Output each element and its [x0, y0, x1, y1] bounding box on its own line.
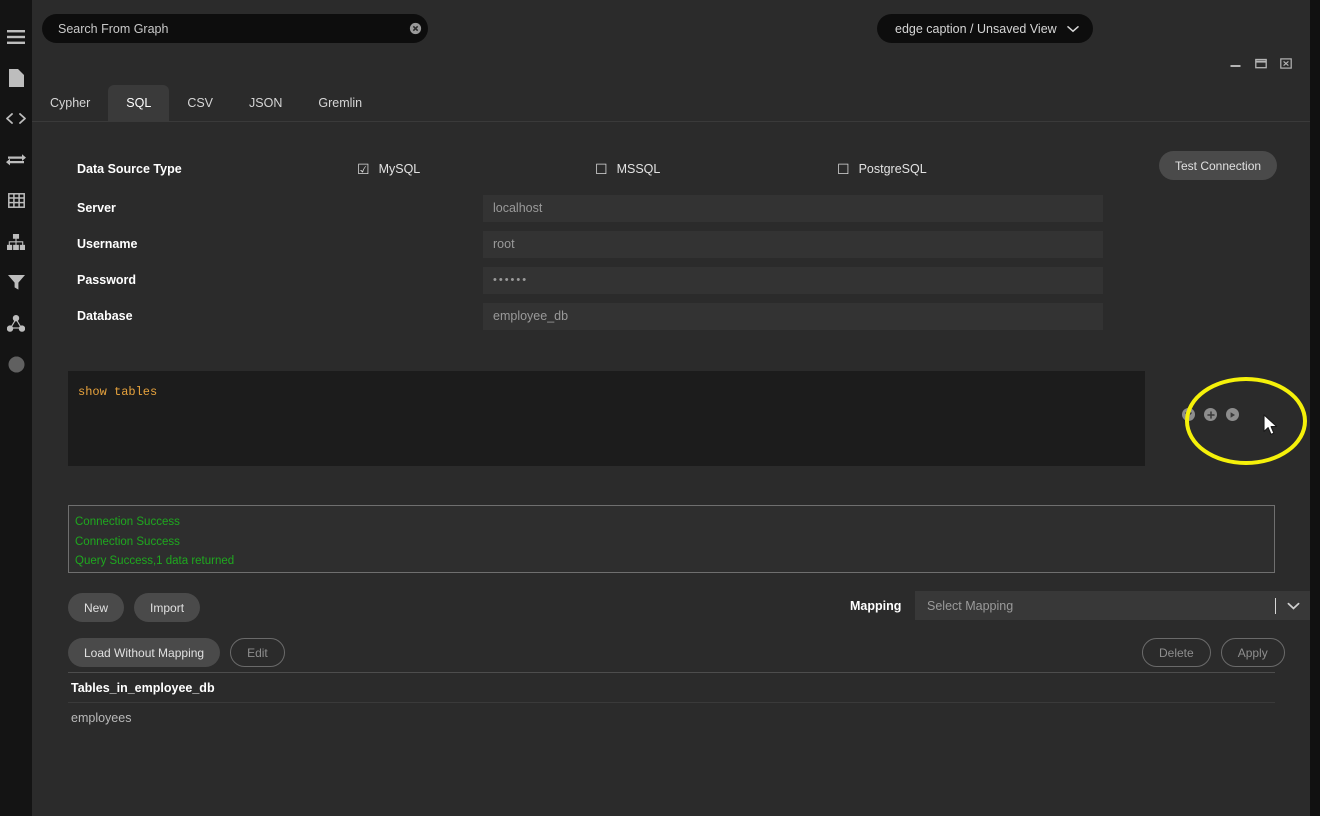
- tab-gremlin[interactable]: Gremlin: [300, 85, 380, 121]
- console-line: Connection Success: [75, 513, 1268, 533]
- search-input[interactable]: [42, 22, 402, 36]
- database-input[interactable]: [483, 303, 1103, 330]
- code-icon[interactable]: [0, 98, 32, 139]
- tab-sql[interactable]: SQL: [108, 85, 169, 121]
- chevron-down-icon[interactable]: [1276, 602, 1310, 610]
- checkbox-unchecked-icon: ☐: [595, 162, 608, 176]
- server-input[interactable]: [483, 195, 1103, 222]
- database-label: Database: [77, 309, 133, 323]
- new-button[interactable]: New: [68, 593, 124, 622]
- option-postgresql-label: PostgreSQL: [859, 162, 927, 176]
- option-mysql-label: MySQL: [379, 162, 421, 176]
- console-line: Connection Success: [75, 533, 1268, 553]
- table-row: employees: [68, 703, 1275, 733]
- network-icon[interactable]: [0, 303, 32, 344]
- checkbox-unchecked-icon: ☐: [837, 162, 850, 176]
- password-row: Password: [32, 266, 1310, 294]
- left-icon-rail: [0, 0, 32, 816]
- table-icon[interactable]: [0, 180, 32, 221]
- password-label: Password: [77, 273, 136, 287]
- option-mssql-label: MSSQL: [617, 162, 661, 176]
- username-row: Username: [32, 230, 1310, 258]
- status-console: Connection Success Connection Success Qu…: [68, 505, 1275, 573]
- tab-cypher[interactable]: Cypher: [32, 85, 108, 121]
- apply-button[interactable]: Apply: [1221, 638, 1285, 667]
- delete-button[interactable]: Delete: [1142, 638, 1211, 667]
- checkbox-checked-icon: ☑: [357, 162, 370, 176]
- view-selector[interactable]: edge caption / Unsaved View: [877, 14, 1093, 43]
- maximize-icon[interactable]: [1254, 57, 1267, 70]
- username-label: Username: [77, 237, 137, 251]
- password-input[interactable]: [483, 267, 1103, 294]
- console-line: Query Success,1 data returned: [75, 552, 1268, 572]
- database-row: Database: [32, 302, 1310, 330]
- circle-x-icon[interactable]: [402, 14, 428, 43]
- query-editor[interactable]: show tables: [68, 371, 1145, 466]
- editor-action-buttons: [1182, 408, 1239, 421]
- table-header-cell: Tables_in_employee_db: [68, 673, 1275, 703]
- mapping-select-value: Select Mapping: [915, 599, 1275, 613]
- chevron-down-icon[interactable]: [1182, 408, 1195, 421]
- globe-icon[interactable]: [0, 344, 32, 385]
- option-mssql[interactable]: ☐ MSSQL: [595, 162, 660, 176]
- close-icon[interactable]: [1279, 57, 1292, 70]
- right-gutter: [1310, 0, 1320, 816]
- application-window: edge caption / Unsaved View: [0, 0, 1320, 816]
- filter-icon[interactable]: [0, 262, 32, 303]
- hierarchy-icon[interactable]: [0, 221, 32, 262]
- window-controls: [1229, 57, 1292, 70]
- mapping-action-buttons: Delete Apply: [1142, 638, 1285, 667]
- top-header: edge caption / Unsaved View: [32, 0, 1310, 86]
- option-postgresql[interactable]: ☐ PostgreSQL: [837, 162, 927, 176]
- query-text: show tables: [68, 371, 1145, 399]
- results-table: Tables_in_employee_db employees: [68, 672, 1275, 816]
- username-input[interactable]: [483, 231, 1103, 258]
- mapping-load-buttons: Load Without Mapping Edit: [68, 638, 285, 667]
- mapping-select[interactable]: Select Mapping: [915, 591, 1310, 620]
- tab-csv[interactable]: CSV: [169, 85, 231, 121]
- test-connection-button[interactable]: Test Connection: [1159, 151, 1277, 180]
- server-label: Server: [77, 201, 116, 215]
- add-icon[interactable]: [1204, 408, 1217, 421]
- sql-panel: Data Source Type ☑ MySQL ☐ MSSQL ☐ Postg…: [32, 122, 1310, 816]
- import-button[interactable]: Import: [134, 593, 200, 622]
- minimize-icon[interactable]: [1229, 57, 1242, 70]
- load-without-mapping-button[interactable]: Load Without Mapping: [68, 638, 220, 667]
- transfer-icon[interactable]: [0, 139, 32, 180]
- chevron-down-icon: [1067, 20, 1079, 38]
- tab-json[interactable]: JSON: [231, 85, 300, 121]
- data-source-type-label: Data Source Type: [77, 162, 182, 176]
- document-icon[interactable]: [0, 57, 32, 98]
- mapping-create-buttons: New Import: [68, 593, 200, 622]
- search-box[interactable]: [42, 14, 428, 43]
- data-source-type-row: Data Source Type ☑ MySQL ☐ MSSQL ☐ Postg…: [32, 155, 1310, 183]
- server-row: Server: [32, 194, 1310, 222]
- menu-icon[interactable]: [0, 16, 32, 57]
- view-selector-label: edge caption / Unsaved View: [895, 22, 1057, 36]
- tab-bar: Cypher SQL CSV JSON Gremlin: [32, 86, 1310, 122]
- run-icon[interactable]: [1226, 408, 1239, 421]
- mapping-label: Mapping: [850, 599, 901, 613]
- option-mysql[interactable]: ☑ MySQL: [357, 162, 420, 176]
- edit-button[interactable]: Edit: [230, 638, 285, 667]
